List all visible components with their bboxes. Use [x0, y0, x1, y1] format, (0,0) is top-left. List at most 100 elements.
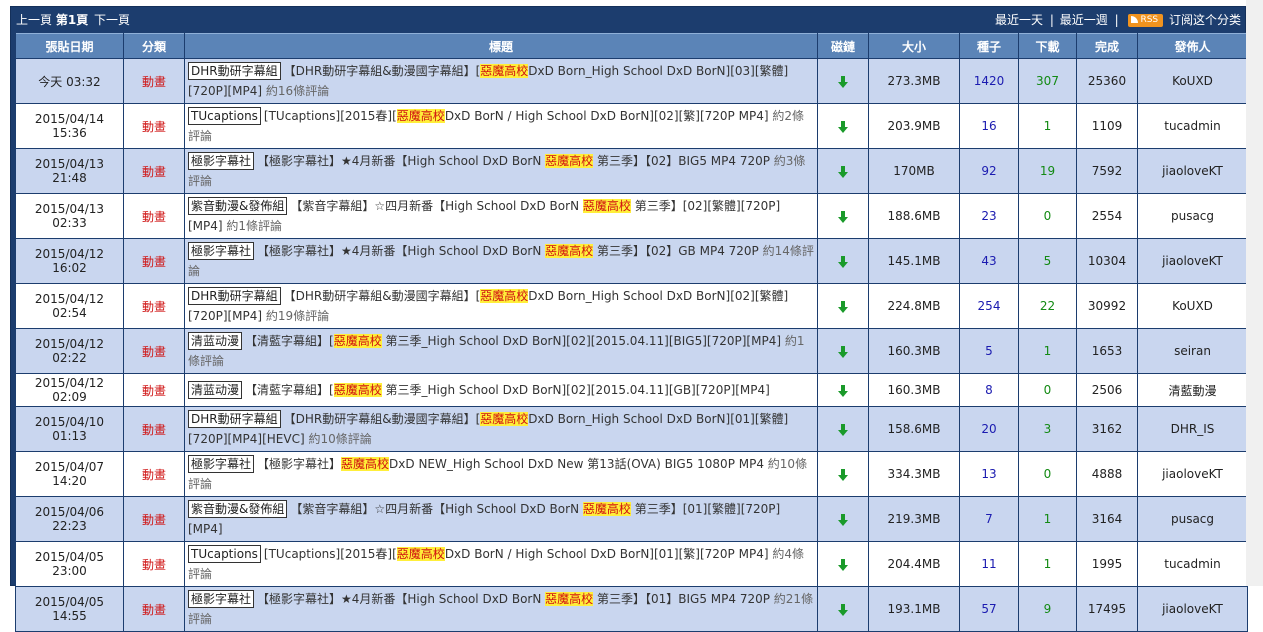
publisher-link[interactable]: KoUXD	[1172, 74, 1213, 88]
col-magnet[interactable]: 磁鏈	[818, 33, 868, 58]
download-arrow-icon[interactable]	[838, 604, 848, 616]
prev-page-link[interactable]: 上一頁	[16, 13, 52, 27]
download-arrow-icon[interactable]	[838, 424, 848, 436]
team-tag[interactable]: 極影字幕社	[188, 152, 255, 170]
team-tag[interactable]: 紫音動漫&發佈組	[188, 500, 288, 518]
team-tag[interactable]: DHR動研字幕組	[188, 62, 281, 80]
team-tag[interactable]: 清蓝动漫	[188, 332, 243, 350]
size-cell: 160.3MB	[869, 374, 959, 406]
completed-cell: 2554	[1077, 194, 1137, 238]
download-arrow-icon[interactable]	[838, 469, 848, 481]
downloads-cell: 307	[1019, 59, 1076, 103]
publisher-link[interactable]: DHR_IS	[1171, 422, 1215, 436]
table-row: 2015/04/13 02:33 動畫 紫音動漫&發佈組 【紫音字幕組】☆四月新番…	[16, 194, 1247, 238]
col-downloads[interactable]: 下載	[1019, 33, 1076, 58]
category-link[interactable]: 動畫	[142, 165, 166, 179]
col-seeds[interactable]: 種子	[960, 33, 1018, 58]
category-link[interactable]: 動畫	[142, 603, 166, 617]
title-link[interactable]: 【極影字幕社】★4月新番【High School DxD BorN 惡魔高校 第…	[257, 154, 770, 168]
download-arrow-icon[interactable]	[838, 121, 848, 133]
keyword-highlight: 惡魔高校	[582, 199, 631, 213]
subscribe-category-link[interactable]: 订阅这个分类	[1169, 13, 1241, 27]
completed-cell: 4888	[1077, 452, 1137, 496]
publisher-link[interactable]: 清藍動漫	[1168, 384, 1216, 398]
seeds-cell: 23	[960, 194, 1018, 238]
publisher-link[interactable]: jiaoloveKT	[1162, 164, 1223, 178]
category-cell: 動畫	[124, 374, 184, 406]
recent-week-link[interactable]: 最近一週	[1060, 13, 1108, 27]
download-arrow-icon[interactable]	[838, 211, 848, 223]
publisher-cell: 清藍動漫	[1138, 374, 1247, 406]
team-tag[interactable]: 極影字幕社	[188, 455, 255, 473]
team-tag[interactable]: 紫音動漫&發佈組	[188, 197, 288, 215]
publisher-link[interactable]: tucadmin	[1164, 119, 1221, 133]
next-page-link[interactable]: 下一頁	[94, 13, 130, 27]
team-tag[interactable]: 極影字幕社	[188, 590, 255, 608]
title-link[interactable]: [TUcaptions][2015春][惡魔高校DxD BorN / High …	[264, 547, 769, 561]
team-tag[interactable]: 極影字幕社	[188, 242, 255, 260]
publisher-link[interactable]: seiran	[1174, 344, 1211, 358]
download-arrow-icon[interactable]	[838, 385, 848, 397]
magnet-cell	[818, 407, 868, 451]
title-link[interactable]: 【清藍字幕組】[惡魔高校 第三季_High School DxD BorN][0…	[245, 383, 770, 397]
publisher-link[interactable]: tucadmin	[1164, 557, 1221, 571]
category-link[interactable]: 動畫	[142, 513, 166, 527]
col-size[interactable]: 大小	[869, 33, 959, 58]
category-link[interactable]: 動畫	[142, 384, 166, 398]
divider: |	[1114, 13, 1119, 27]
title-link[interactable]: 【極影字幕社】★4月新番【High School DxD BorN 惡魔高校 第…	[257, 592, 770, 606]
col-title[interactable]: 標題	[185, 33, 817, 58]
category-link[interactable]: 動畫	[142, 210, 166, 224]
category-link[interactable]: 動畫	[142, 300, 166, 314]
col-publisher[interactable]: 發佈人	[1138, 33, 1247, 58]
download-arrow-icon[interactable]	[838, 166, 848, 178]
publisher-cell: jiaoloveKT	[1138, 239, 1247, 283]
page-scrollbar[interactable]	[1246, 0, 1263, 586]
title-link[interactable]: [TUcaptions][2015春][惡魔高校DxD BorN / High …	[264, 109, 769, 123]
download-arrow-icon[interactable]	[838, 76, 848, 88]
completed-cell: 25360	[1077, 59, 1137, 103]
download-arrow-icon[interactable]	[838, 514, 848, 526]
team-tag[interactable]: 清蓝动漫	[188, 381, 243, 399]
team-tag[interactable]: DHR動研字幕組	[188, 287, 281, 305]
table-row: 2015/04/13 21:48 動畫 極影字幕社 【極影字幕社】★4月新番【Hi…	[16, 149, 1247, 193]
team-tag[interactable]: DHR動研字幕組	[188, 410, 281, 428]
publisher-link[interactable]: jiaoloveKT	[1162, 602, 1223, 616]
category-link[interactable]: 動畫	[142, 423, 166, 437]
publisher-link[interactable]: jiaoloveKT	[1162, 254, 1223, 268]
col-completed[interactable]: 完成	[1077, 33, 1137, 58]
team-tag[interactable]: TUcaptions	[188, 545, 261, 563]
publisher-cell: KoUXD	[1138, 284, 1247, 328]
download-arrow-icon[interactable]	[838, 346, 848, 358]
category-link[interactable]: 動畫	[142, 468, 166, 482]
table-row: 2015/04/14 15:36 動畫 TUcaptions [TUcaption…	[16, 104, 1247, 148]
title-cell: 紫音動漫&發佈組 【紫音字幕組】☆四月新番【High School DxD Bor…	[185, 497, 817, 541]
title-link[interactable]: 【清藍字幕組】[惡魔高校 第三季_High School DxD BorN][0…	[245, 334, 781, 348]
col-date[interactable]: 張貼日期	[16, 33, 123, 58]
recent-day-link[interactable]: 最近一天	[995, 13, 1043, 27]
title-link[interactable]: 【極影字幕社】惡魔高校DxD NEW_High School DxD New 第…	[257, 457, 764, 471]
category-link[interactable]: 動畫	[142, 120, 166, 134]
publisher-link[interactable]: jiaoloveKT	[1162, 467, 1223, 481]
publisher-link[interactable]: KoUXD	[1172, 299, 1213, 313]
team-tag[interactable]: TUcaptions	[188, 107, 261, 125]
download-arrow-icon[interactable]	[838, 256, 848, 268]
rss-icon[interactable]: RSS	[1128, 14, 1164, 27]
col-category[interactable]: 分類	[124, 33, 184, 58]
category-link[interactable]: 動畫	[142, 75, 166, 89]
keyword-highlight: 惡魔高校	[582, 502, 631, 516]
table-row: 2015/04/10 01:13 動畫 DHR動研字幕組 【DHR動研字幕組&動漫…	[16, 407, 1247, 451]
publisher-link[interactable]: pusacg	[1171, 512, 1214, 526]
listing-panel: 上一頁 第1頁 下一頁 最近一天 | 最近一週 | RSS 订阅这个分类 張貼日…	[10, 6, 1248, 632]
download-arrow-icon[interactable]	[838, 301, 848, 313]
publisher-cell: pusacg	[1138, 194, 1247, 238]
publisher-link[interactable]: pusacg	[1171, 209, 1214, 223]
size-cell: 170MB	[869, 149, 959, 193]
category-link[interactable]: 動畫	[142, 558, 166, 572]
download-arrow-icon[interactable]	[838, 559, 848, 571]
comment-count: 約10條評論	[308, 432, 372, 446]
keyword-highlight: 惡魔高校	[333, 383, 382, 397]
category-link[interactable]: 動畫	[142, 255, 166, 269]
category-link[interactable]: 動畫	[142, 345, 166, 359]
title-link[interactable]: 【極影字幕社】★4月新番【High School DxD BorN 惡魔高校 第…	[257, 244, 759, 258]
